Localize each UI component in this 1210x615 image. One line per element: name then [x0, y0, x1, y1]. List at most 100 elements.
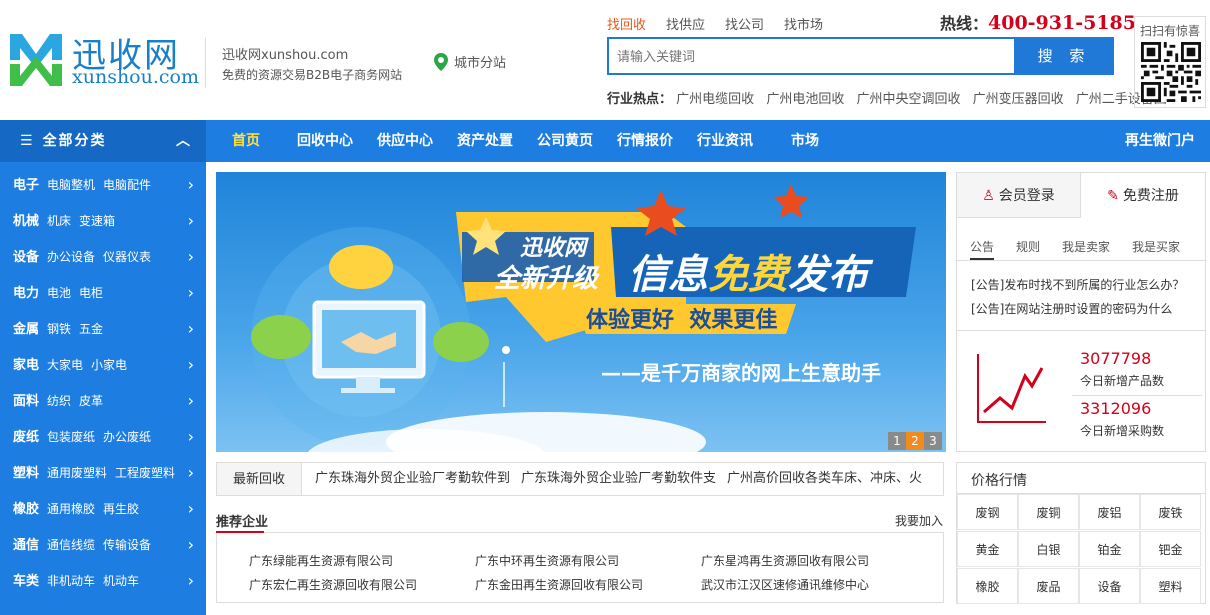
search-tab-market[interactable]: 找市场 [784, 14, 823, 33]
subcategory-link[interactable]: 五金 [79, 322, 103, 336]
news-label[interactable]: 最新回收 [216, 462, 302, 496]
subcategory-link[interactable]: 电柜 [79, 286, 103, 300]
subcategory-link[interactable]: 工程废塑料 [115, 466, 175, 480]
sidebar-item-fabric[interactable]: 面料 纺织 皮革 › [0, 383, 206, 419]
banner-tagline: ——是千万商家的网上生意助手 [601, 361, 881, 385]
subcategory-link[interactable]: 仪器仪表 [103, 250, 151, 264]
tab-seller[interactable]: 我是卖家 [1062, 238, 1110, 255]
sidebar-item-vehicles[interactable]: 车类 非机动车 机动车 › [0, 563, 206, 599]
price-item[interactable]: 废铜 [1018, 494, 1079, 530]
logo-domain[interactable]: xunshou.com [72, 66, 199, 88]
subcategory-link[interactable]: 皮革 [79, 394, 103, 408]
nav-recycle-center[interactable]: 回收中心 [297, 120, 353, 162]
all-categories-toggle[interactable]: ☰ 全部分类 ︿ [0, 120, 206, 162]
price-item[interactable]: 废品 [1018, 568, 1079, 604]
price-item[interactable]: 废铝 [1079, 494, 1140, 530]
nav-yellow-pages[interactable]: 公司黄页 [537, 120, 593, 162]
price-item[interactable]: 黄金 [957, 531, 1018, 567]
tab-buyer[interactable]: 我是买家 [1132, 238, 1180, 255]
site-slogan: 免费的资源交易B2B电子商务网站 [222, 68, 403, 82]
hot-keyword[interactable]: 广州电缆回收 [676, 92, 754, 107]
hot-keyword[interactable]: 广州电池回收 [766, 92, 844, 107]
sidebar-item-paper[interactable]: 废纸 包装废纸 办公废纸 › [0, 419, 206, 455]
subcategory-link[interactable]: 通信线缆 [47, 538, 95, 552]
price-item[interactable]: 塑料 [1140, 568, 1201, 604]
subcategory-link[interactable]: 机动车 [103, 574, 139, 588]
company-link[interactable]: 广东金田再生资源回收有限公司 [475, 576, 643, 593]
price-item[interactable]: 废钢 [957, 494, 1018, 530]
price-item[interactable]: 白银 [1018, 531, 1079, 567]
notice-item[interactable]: [公告]在网站注册时设置的密码为什么 [971, 300, 1172, 317]
hot-keyword[interactable]: 广州变压器回收 [973, 92, 1064, 107]
tab-rules[interactable]: 规则 [1016, 238, 1040, 255]
nav-industry-news[interactable]: 行业资讯 [697, 120, 753, 162]
subcategory-link[interactable]: 小家电 [91, 358, 127, 372]
login-button[interactable]: ♙ 会员登录 [956, 172, 1081, 218]
price-item[interactable]: 设备 [1079, 568, 1140, 604]
subcategory-link[interactable]: 钢铁 [47, 322, 71, 336]
subcategory-link[interactable]: 大家电 [47, 358, 83, 372]
search-tab-supply[interactable]: 找供应 [666, 14, 705, 33]
hero-banner[interactable]: 迅收网 全新升级 信息免费发布 体验更好 效果更佳 ——是千万商家的网上生意助手 [216, 172, 946, 452]
subcategory-link[interactable]: 通用橡胶 [47, 502, 95, 516]
subcategory-link[interactable]: 纺织 [47, 394, 71, 408]
banner-page-2[interactable]: 2 [906, 432, 924, 450]
subcategory-link[interactable]: 办公设备 [47, 250, 95, 264]
nav-home[interactable]: 首页 [232, 120, 260, 162]
price-item[interactable]: 钯金 [1140, 531, 1201, 567]
search-button[interactable]: 搜 索 [1014, 37, 1114, 75]
sidebar-item-metal[interactable]: 金属 钢铁 五金 › [0, 311, 206, 347]
sidebar-item-machinery[interactable]: 机械 机床 变速箱 › [0, 203, 206, 239]
search-tabs: 找回收 找供应 找公司 找市场 [607, 14, 823, 33]
nav-quotes[interactable]: 行情报价 [617, 120, 673, 162]
price-item[interactable]: 橡胶 [957, 568, 1018, 604]
subcategory-link[interactable]: 电脑配件 [103, 178, 151, 192]
subcategory-link[interactable]: 电脑整机 [47, 178, 95, 192]
news-item[interactable]: 广东珠海外贸企业验厂考勤软件支 [521, 462, 716, 496]
news-item[interactable]: 广东珠海外贸企业验厂考勤软件到 [315, 462, 510, 496]
subcategory-link[interactable]: 非机动车 [47, 574, 95, 588]
nav-micro-portal[interactable]: 再生微门户 [1125, 120, 1195, 162]
register-button[interactable]: ✎ 免费注册 [1081, 172, 1206, 218]
banner-page-1[interactable]: 1 [888, 432, 906, 450]
chevron-up-icon: ︿ [176, 133, 192, 149]
subcategory-link[interactable]: 再生胶 [103, 502, 139, 516]
join-link[interactable]: 我要加入 [895, 512, 943, 529]
subcategory-link[interactable]: 传输设备 [103, 538, 151, 552]
company-link[interactable]: 广东星鸿再生资源回收有限公司 [701, 552, 869, 569]
search-tab-company[interactable]: 找公司 [725, 14, 764, 33]
sidebar-item-electronics[interactable]: 电子 电脑整机 电脑配件 › [0, 167, 206, 203]
notice-item[interactable]: [公告]发布时找不到所属的行业怎么办？ [971, 276, 1184, 293]
hot-keyword[interactable]: 广州中央空调回收 [856, 92, 960, 107]
sidebar-item-telecom[interactable]: 通信 通信线缆 传输设备 › [0, 527, 206, 563]
sidebar-item-appliance[interactable]: 家电 大家电 小家电 › [0, 347, 206, 383]
company-link[interactable]: 广东中环再生资源有限公司 [475, 552, 619, 569]
logo-icon[interactable] [8, 30, 64, 88]
sidebar-item-power[interactable]: 电力 电池 电柜 › [0, 275, 206, 311]
subcategory-link[interactable]: 通用废塑料 [47, 466, 107, 480]
tab-notice[interactable]: 公告 [970, 238, 994, 255]
sidebar-item-equipment[interactable]: 设备 办公设备 仪器仪表 › [0, 239, 206, 275]
search-input[interactable] [607, 37, 1015, 75]
sidebar-item-plastic[interactable]: 塑料 通用废塑料 工程废塑料 › [0, 455, 206, 491]
subcategory-link[interactable]: 机床 [47, 214, 71, 228]
nav-supply-center[interactable]: 供应中心 [377, 120, 433, 162]
company-link[interactable]: 武汉市江汉区速修通讯维修中心 [701, 576, 869, 593]
company-link[interactable]: 广东宏仁再生资源回收有限公司 [249, 576, 417, 593]
category-name: 电子 [13, 178, 40, 193]
banner-page-3[interactable]: 3 [924, 432, 942, 450]
news-item[interactable]: 广州高价回收各类车床、冲床、火 [727, 462, 922, 496]
subcategory-link[interactable]: 电池 [47, 286, 71, 300]
nav-asset-disposal[interactable]: 资产处置 [457, 120, 513, 162]
recommend-title: 推荐企业 [216, 515, 269, 530]
subcategory-link[interactable]: 变速箱 [79, 214, 115, 228]
city-station-link[interactable]: 城市分站 [434, 52, 506, 71]
search-tab-recycle[interactable]: 找回收 [607, 14, 646, 33]
price-item[interactable]: 铂金 [1079, 531, 1140, 567]
company-link[interactable]: 广东绿能再生资源有限公司 [249, 552, 393, 569]
nav-market[interactable]: 市场 [791, 120, 819, 162]
sidebar-item-rubber[interactable]: 橡胶 通用橡胶 再生胶 › [0, 491, 206, 527]
subcategory-link[interactable]: 包装废纸 [47, 430, 95, 444]
subcategory-link[interactable]: 办公废纸 [103, 430, 151, 444]
price-item[interactable]: 废铁 [1140, 494, 1201, 530]
